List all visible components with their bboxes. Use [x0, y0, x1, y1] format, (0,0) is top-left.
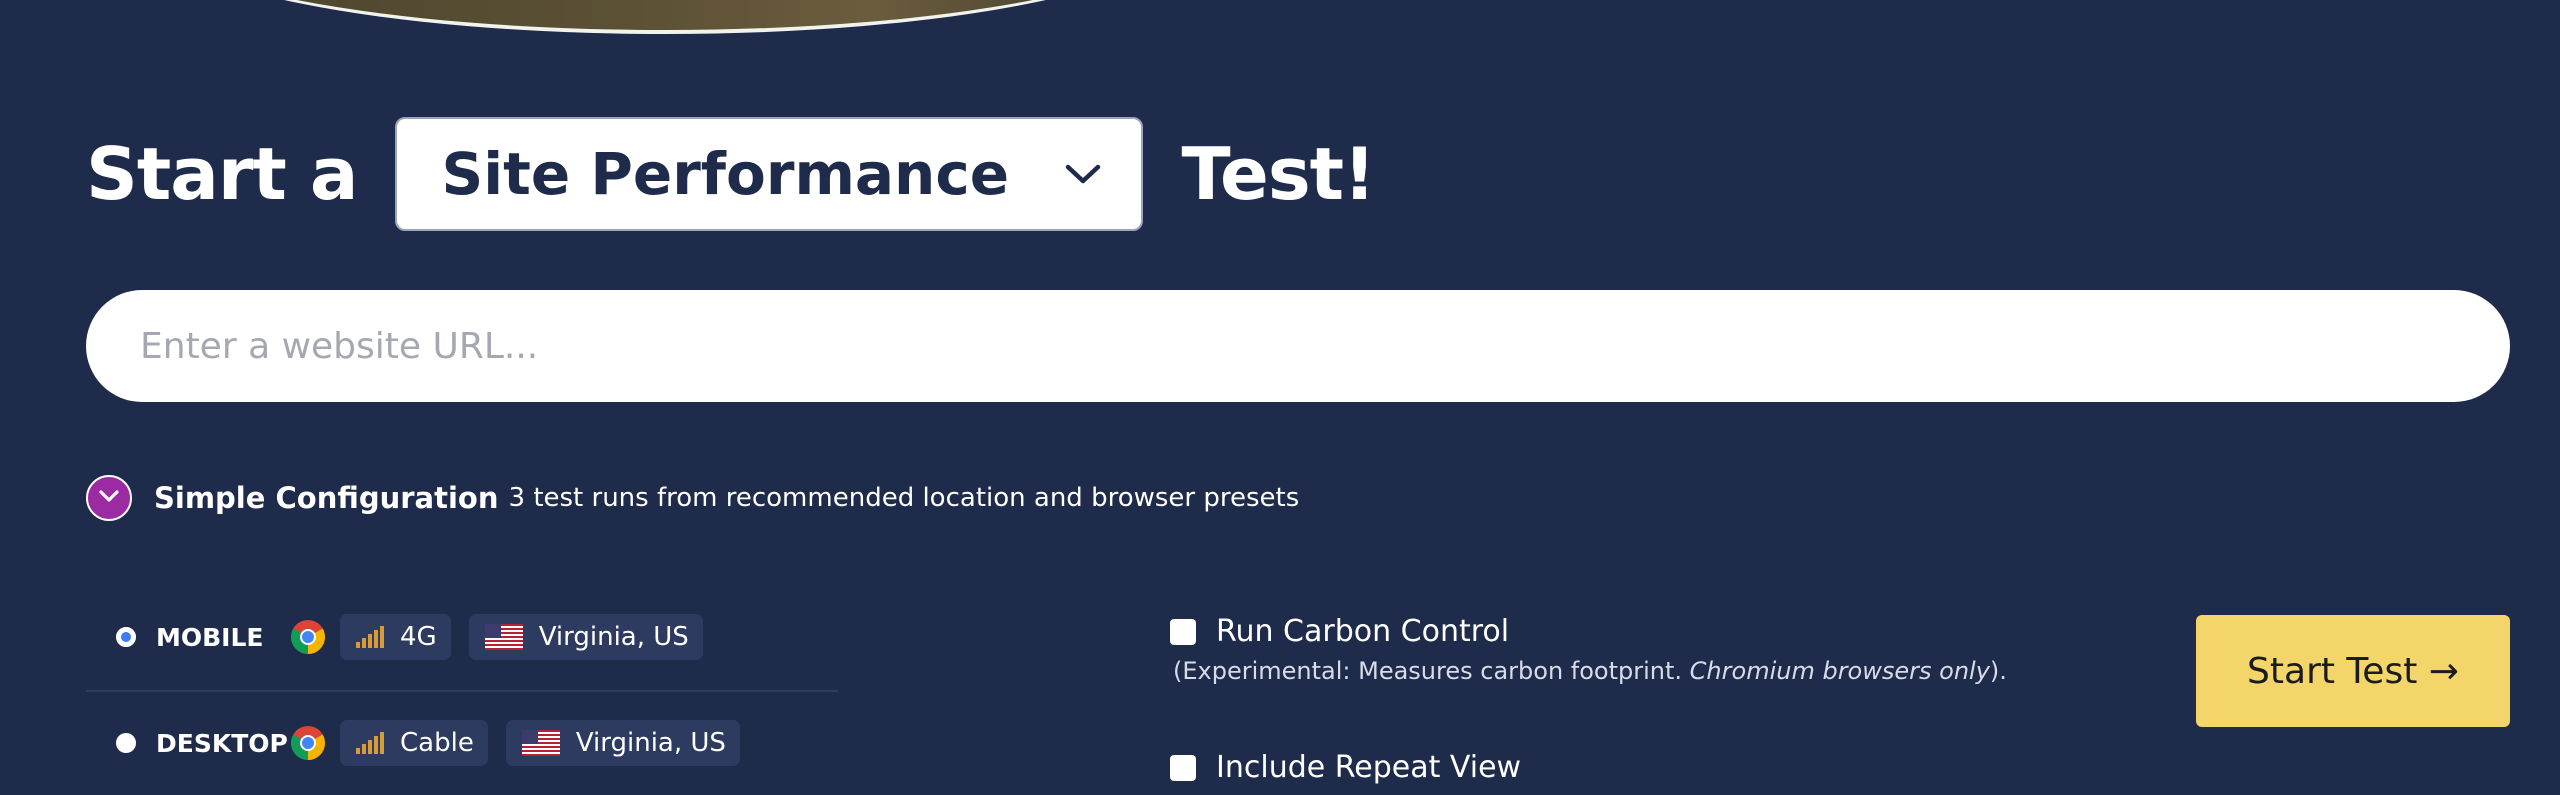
preset-mobile[interactable]: MOBILE 4G Virginia, US: [86, 609, 838, 665]
connection-pill[interactable]: 4G: [340, 614, 451, 660]
preset-radio-mobile[interactable]: [116, 627, 136, 647]
config-title: Simple Configuration: [154, 481, 499, 515]
repeat-view-checkbox[interactable]: [1170, 754, 1196, 781]
repeat-view-label: Include Repeat View: [1216, 750, 1522, 785]
test-heading: Start a Site Performance Test!: [86, 115, 1376, 233]
carbon-control-note: (Experimental: Measures carbon footprint…: [1173, 657, 2007, 685]
connection-pill[interactable]: Cable: [340, 720, 488, 766]
config-description: 3 test runs from recommended location an…: [508, 483, 1300, 513]
heading-suffix: Test!: [1181, 132, 1375, 216]
carbon-control-label: Run Carbon Control: [1216, 614, 1510, 649]
test-type-dropdown[interactable]: Site Performance: [395, 117, 1144, 231]
chrome-icon: [291, 620, 325, 654]
chrome-icon: [291, 726, 325, 760]
us-flag-icon: [521, 730, 560, 756]
preset-divider: [86, 690, 838, 692]
location-label: Virginia, US: [538, 622, 689, 652]
preset-radio-desktop[interactable]: [116, 733, 136, 753]
carbon-control-checkbox[interactable]: [1170, 618, 1196, 645]
start-test-button[interactable]: Start Test →: [2196, 615, 2510, 727]
connection-label: Cable: [400, 728, 474, 758]
simple-configuration: Simple Configuration 3 test runs from re…: [86, 473, 1299, 523]
connection-label: 4G: [400, 622, 437, 652]
signal-bars-icon: [356, 626, 384, 648]
us-flag-icon: [484, 624, 523, 650]
carbon-control-option: Run Carbon Control: [1170, 614, 1509, 649]
location-pill[interactable]: Virginia, US: [468, 614, 703, 660]
chevron-down-icon: [98, 489, 120, 508]
location-pill[interactable]: Virginia, US: [505, 720, 740, 766]
test-type-selected: Site Performance: [441, 140, 1010, 208]
heading-prefix: Start a: [86, 132, 358, 216]
location-label: Virginia, US: [575, 728, 726, 758]
preset-label: MOBILE: [156, 622, 264, 652]
url-input-container: [86, 290, 2510, 402]
repeat-view-option: Include Repeat View: [1170, 750, 1521, 785]
chevron-down-icon: [1065, 163, 1101, 185]
hero-banner-image: [150, 0, 1180, 34]
url-input[interactable]: [86, 290, 2510, 402]
preset-label: DESKTOP: [156, 728, 288, 758]
signal-bars-icon: [356, 732, 384, 754]
preset-desktop[interactable]: DESKTOP Cable Virginia, US: [86, 715, 838, 771]
config-toggle-button[interactable]: [86, 475, 132, 521]
